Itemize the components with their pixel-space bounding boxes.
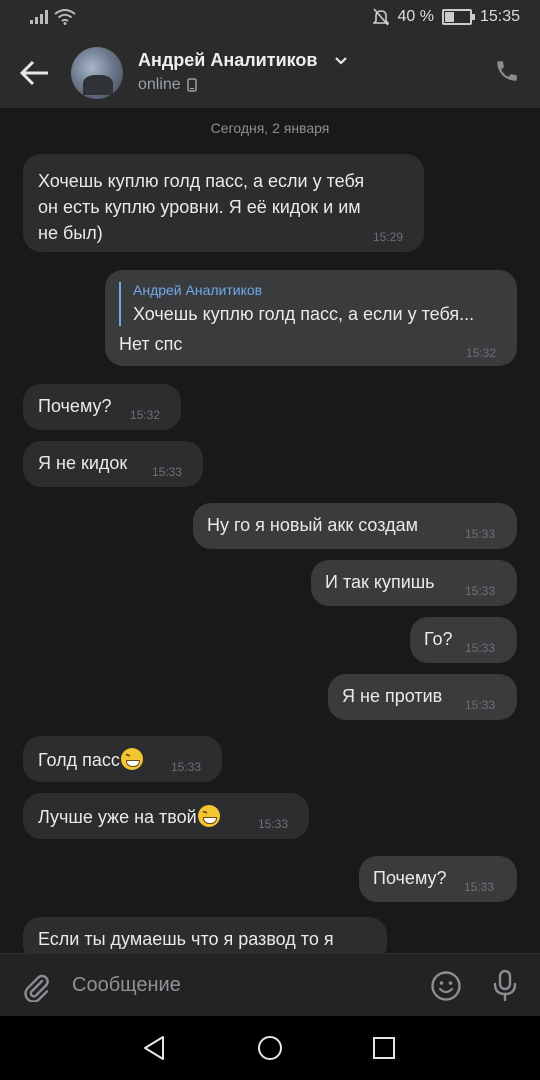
date-separator: Сегодня, 2 января bbox=[210, 120, 330, 136]
status-bar: 40 % 15:35 bbox=[0, 0, 540, 36]
message-time: 15:29 bbox=[373, 230, 404, 244]
reply-quote-bar bbox=[119, 282, 121, 326]
chat-header: Андрей Аналитиков online bbox=[0, 36, 540, 108]
mobile-device-icon bbox=[186, 78, 197, 92]
battery-percent: 40 % bbox=[397, 8, 434, 25]
microphone-icon[interactable] bbox=[492, 969, 518, 1003]
nav-home-icon[interactable] bbox=[257, 1035, 283, 1061]
reply-author: Андрей Аналитиков bbox=[133, 282, 263, 298]
mute-bell-icon bbox=[373, 8, 390, 26]
chevron-down-icon[interactable] bbox=[334, 56, 348, 66]
message-input[interactable]: Сообщение bbox=[72, 974, 181, 997]
clock: 15:35 bbox=[479, 8, 520, 25]
message-bubble-outgoing[interactable]: Ну го я новый акк создам 15:33 bbox=[193, 503, 517, 549]
arrow-left-icon[interactable] bbox=[18, 58, 52, 88]
message-time: 15:33 bbox=[152, 465, 183, 479]
message-time: 15:33 bbox=[465, 641, 496, 655]
message-text: Почему? bbox=[38, 396, 112, 416]
wifi-icon bbox=[54, 9, 76, 25]
message-bubble-outgoing-reply[interactable]: Андрей Аналитиков Хочешь куплю голд пасс… bbox=[105, 270, 517, 366]
message-bubble-outgoing[interactable]: Почему? 15:33 bbox=[359, 856, 517, 902]
phone-icon[interactable] bbox=[494, 58, 520, 84]
message-time: 15:33 bbox=[171, 760, 202, 774]
message-text: Почему? bbox=[373, 868, 447, 888]
status-left bbox=[30, 9, 76, 25]
message-time: 15:33 bbox=[465, 527, 496, 541]
message-text: Я не кидок bbox=[38, 453, 128, 473]
grinning-squinting-face-icon bbox=[197, 805, 220, 827]
message-time: 15:33 bbox=[464, 880, 495, 894]
message-text: Лучше уже на твой bbox=[38, 805, 220, 828]
message-text: Я не против bbox=[342, 686, 443, 706]
battery-icon bbox=[441, 9, 475, 25]
message-bubble-incoming[interactable]: Если ты думаешь что я развод то я bbox=[23, 917, 387, 953]
contact-status: online bbox=[138, 76, 197, 94]
smiley-icon[interactable] bbox=[430, 970, 462, 1002]
message-bubble-incoming[interactable]: Голд пасс 15:33 bbox=[23, 736, 222, 782]
message-time: 15:32 bbox=[130, 408, 161, 422]
message-bubble-outgoing[interactable]: И так купишь 15:33 bbox=[311, 560, 517, 606]
contact-name[interactable]: Андрей Аналитиков bbox=[138, 50, 317, 71]
reply-text: Хочешь куплю голд пасс, а если у тебя... bbox=[133, 304, 475, 324]
online-status-label: online bbox=[138, 76, 181, 93]
status-right: 40 % 15:35 bbox=[373, 8, 520, 26]
message-time: 15:33 bbox=[258, 817, 289, 831]
message-text: Если ты думаешь что я развод то я bbox=[38, 929, 334, 949]
message-bubble-outgoing[interactable]: Я не против 15:33 bbox=[328, 674, 517, 720]
message-text: Хочешь куплю голд пасс, а если у тебя он… bbox=[38, 171, 365, 243]
system-nav-bar bbox=[0, 1016, 540, 1080]
message-bubble-incoming[interactable]: Я не кидок 15:33 bbox=[23, 441, 203, 487]
signal-icon bbox=[30, 10, 48, 24]
paperclip-icon[interactable] bbox=[22, 972, 50, 1002]
message-text: Го? bbox=[424, 629, 453, 649]
message-bubble-incoming[interactable]: Лучше уже на твой 15:33 bbox=[23, 793, 309, 839]
message-text: Голд пасс bbox=[38, 748, 143, 771]
message-time: 15:33 bbox=[465, 584, 496, 598]
message-time: 15:32 bbox=[466, 346, 497, 360]
nav-back-icon[interactable] bbox=[142, 1035, 166, 1061]
message-text: И так купишь bbox=[325, 572, 435, 592]
message-bubble-outgoing[interactable]: Го? 15:33 bbox=[410, 617, 517, 663]
message-composer: Сообщение bbox=[0, 953, 540, 1017]
message-bubble-incoming[interactable]: Почему? 15:32 bbox=[23, 384, 181, 430]
avatar[interactable] bbox=[71, 47, 123, 99]
grinning-squinting-face-icon bbox=[120, 748, 143, 770]
message-text: Нет спс bbox=[119, 334, 183, 354]
message-list[interactable]: Сегодня, 2 января Хочешь куплю голд пасс… bbox=[0, 108, 540, 953]
nav-recents-icon[interactable] bbox=[372, 1035, 396, 1061]
message-text: Ну го я новый акк создам bbox=[207, 515, 418, 535]
message-bubble-incoming[interactable]: Хочешь куплю голд пасс, а если у тебя он… bbox=[23, 154, 424, 252]
message-time: 15:33 bbox=[465, 698, 496, 712]
